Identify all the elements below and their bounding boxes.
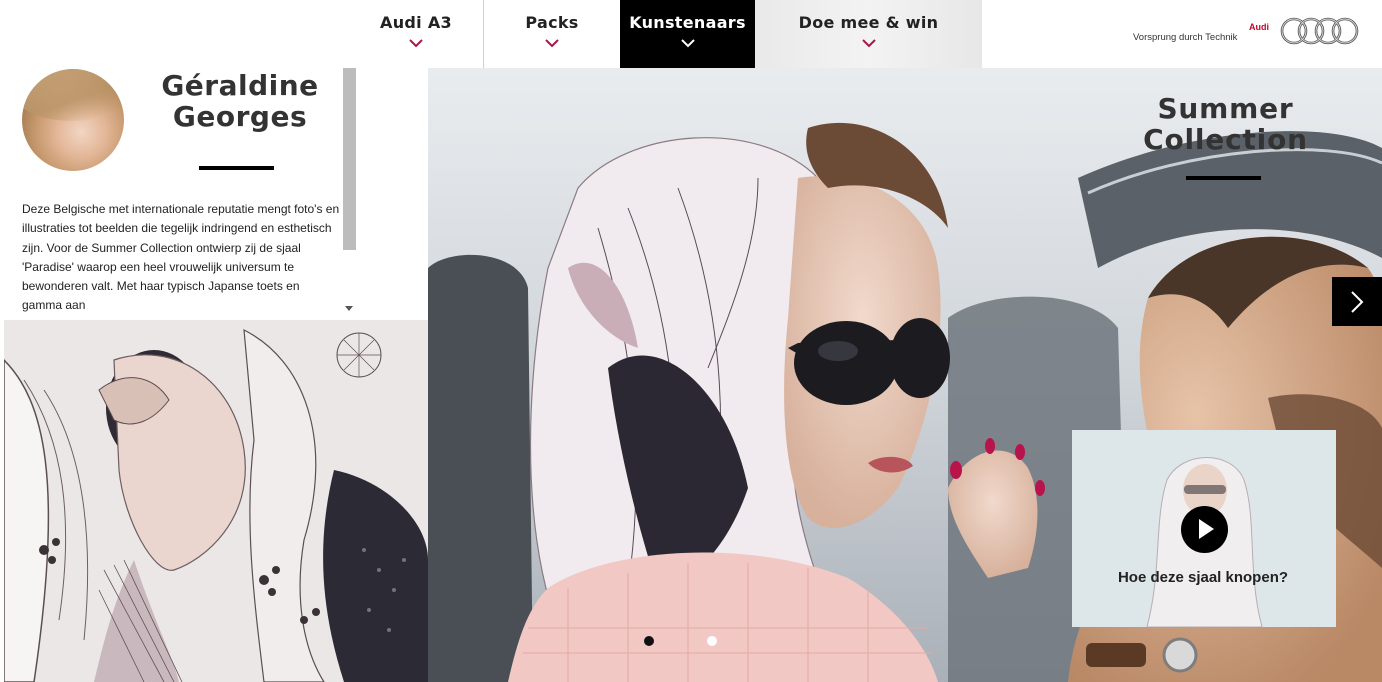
play-icon [1199,519,1214,539]
artist-panel[interactable]: Géraldine Georges Deze Belgische met int… [0,68,357,320]
video-thumbnail[interactable]: Hoe deze sjaal knopen? [1072,430,1336,627]
brand-logo[interactable]: Audi Vorsprung durch Technik [1125,14,1365,48]
nav-item-doe-mee-win[interactable]: Doe mee & win [755,0,982,68]
nav-item-kunstenaars[interactable]: Kunstenaars [620,0,755,68]
audi-rings-logo [1280,17,1359,45]
artist-name: Géraldine Georges [161,69,319,133]
scrollbar-thumb[interactable] [343,68,356,250]
next-slide-button[interactable] [1332,277,1382,326]
brand-slogan: Vorsprung durch Technik [1133,32,1238,43]
hero-title: Summer Collection [1143,92,1308,156]
nav-item-audi-a3[interactable]: Audi A3 [349,0,484,68]
chevron-down-icon [861,39,876,48]
nav-item-label: Kunstenaars [629,13,746,32]
divider [1186,176,1261,180]
video-caption: Hoe deze sjaal knopen? [1117,569,1289,586]
chevron-right-icon [1351,291,1364,313]
slide-dot-2[interactable] [707,636,717,646]
artwork-image [4,320,428,682]
bio-scrollbar[interactable] [341,68,357,320]
slide-dot-1[interactable] [644,636,654,646]
nav-item-label: Doe mee & win [798,13,939,32]
divider [199,166,274,170]
main-navigation: Audi A3 Packs Kunstenaars Doe mee & win [349,0,982,68]
nav-item-label: Packs [525,13,579,32]
nav-item-packs[interactable]: Packs [484,0,620,68]
artwork-illustration [4,320,428,682]
nav-item-label: Audi A3 [380,13,452,32]
artist-bio: Deze Belgische met internationale reputa… [22,202,340,313]
scroll-down-arrow-icon[interactable] [345,306,353,311]
chevron-down-icon [680,39,695,48]
chevron-down-icon [545,39,559,48]
artist-avatar [22,69,124,171]
brand-name: Audi [1249,22,1269,32]
play-button[interactable] [1181,506,1228,553]
chevron-down-icon [409,39,423,48]
